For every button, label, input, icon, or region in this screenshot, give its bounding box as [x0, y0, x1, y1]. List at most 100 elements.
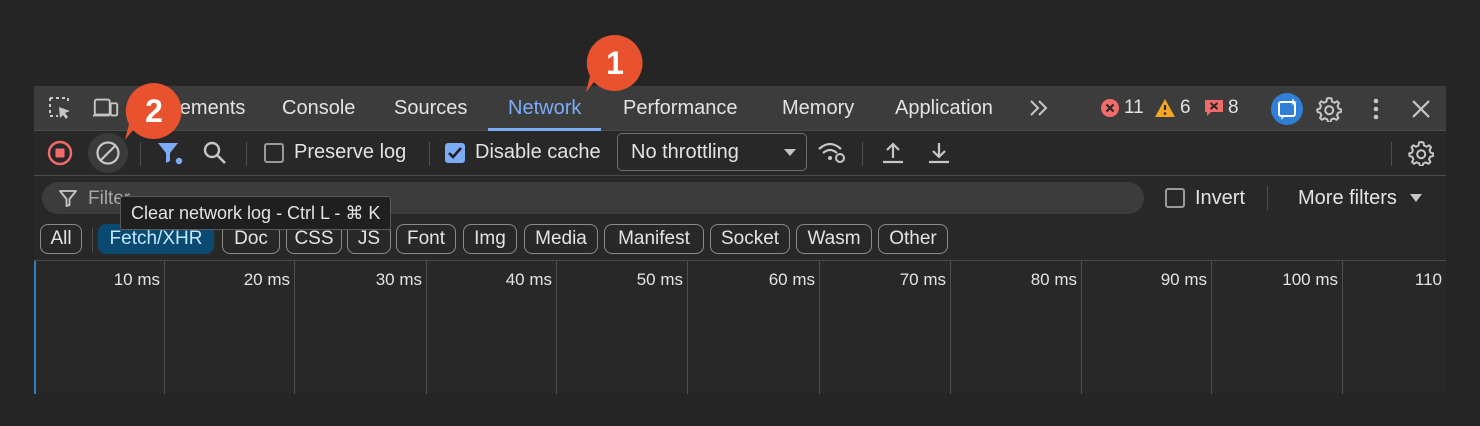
annotation-badge-1: 1 — [584, 32, 646, 94]
filter-funnel-icon — [59, 190, 77, 207]
disable-cache-label[interactable]: Disable cache — [475, 141, 601, 164]
chip-label: Img — [474, 228, 506, 249]
chip-label: Fetch/XHR — [109, 228, 203, 249]
chip-divider — [92, 228, 93, 252]
filter-chip-all[interactable]: All — [40, 224, 82, 254]
chip-label: Manifest — [618, 228, 690, 249]
tab-application[interactable]: Application — [891, 86, 997, 130]
invert-label[interactable]: Invert — [1195, 187, 1245, 210]
network-settings-button[interactable] — [1405, 138, 1437, 168]
timeline-gridline — [1342, 261, 1343, 394]
filter-chip-manifest[interactable]: Manifest — [604, 224, 704, 254]
devtools-tab-bar: Elements Console Sources Network Perform… — [34, 86, 1446, 131]
filter-chip-other[interactable]: Other — [878, 224, 948, 254]
preserve-log-checkbox[interactable] — [264, 143, 284, 163]
chip-label: Font — [406, 228, 446, 249]
chip-label: Other — [889, 228, 937, 249]
network-conditions-button[interactable] — [816, 138, 848, 168]
timeline-tick-label: 110 — [1414, 270, 1442, 289]
timeline-gridline — [426, 261, 427, 394]
record-stop-icon — [47, 140, 73, 166]
dropdown-caret-icon — [784, 149, 796, 156]
device-toolbar-icon[interactable] — [92, 94, 120, 122]
more-tabs-button[interactable] — [1024, 86, 1054, 130]
preserve-log-label[interactable]: Preserve log — [294, 141, 406, 164]
inspect-element-icon[interactable] — [46, 94, 74, 122]
timeline-start-marker — [34, 261, 36, 394]
ai-assistance-icon — [1271, 93, 1303, 125]
close-devtools-button[interactable] — [1406, 94, 1436, 124]
filter-chip-wasm[interactable]: Wasm — [796, 224, 872, 254]
throttling-select[interactable]: No throttling — [617, 133, 807, 171]
chip-label: CSS — [294, 228, 334, 249]
tab-console[interactable]: Console — [278, 86, 359, 130]
annotation-number: 1 — [606, 44, 624, 81]
tab-label: Sources — [394, 96, 468, 119]
chip-label: Media — [535, 228, 587, 249]
filter-toggle-button[interactable] — [154, 138, 186, 168]
gear-icon — [1408, 141, 1434, 166]
settings-button[interactable] — [1314, 94, 1344, 124]
double-chevron-right-icon — [1030, 100, 1048, 116]
upload-icon — [883, 142, 903, 164]
timeline-tick-label: 70 ms — [899, 270, 946, 289]
timeline-tick-label: 20 ms — [243, 270, 290, 289]
message-counter[interactable]: 8 — [1204, 96, 1239, 120]
filter-chip-socket[interactable]: Socket — [710, 224, 790, 254]
timeline-gridline — [556, 261, 557, 394]
network-toolbar: Preserve log Disable cache No throttling — [34, 131, 1446, 176]
warning-counter[interactable]: 6 — [1154, 96, 1191, 120]
tab-network[interactable]: Network — [488, 86, 602, 131]
disable-cache-checkbox[interactable] — [445, 143, 465, 163]
toolbar-divider — [862, 142, 863, 166]
timeline-gridline — [1081, 261, 1082, 394]
warning-count: 6 — [1180, 97, 1191, 118]
more-filters-label: More filters — [1298, 186, 1397, 209]
toolbar-divider — [140, 142, 141, 166]
ai-assistance-button[interactable] — [1270, 92, 1304, 126]
toolbar-divider — [1391, 142, 1392, 166]
timeline-tick-label: 40 ms — [505, 270, 552, 289]
timeline-gridline — [1211, 261, 1212, 394]
import-har-button[interactable] — [877, 138, 909, 168]
error-icon — [1101, 99, 1119, 117]
toolbar-divider — [246, 142, 247, 166]
timeline-tick-label: 30 ms — [375, 270, 422, 289]
tab-memory[interactable]: Memory — [778, 86, 858, 130]
timeline-tick-label: 100 ms — [1282, 270, 1338, 289]
timeline-gridline — [294, 261, 295, 394]
annotation-badge-2: 2 — [123, 80, 185, 142]
error-counter[interactable]: 11 — [1100, 96, 1144, 120]
search-icon — [203, 141, 226, 164]
filter-chip-img[interactable]: Img — [463, 224, 517, 254]
gear-icon — [1316, 97, 1342, 122]
network-overview-timeline[interactable]: 10 ms 20 ms 30 ms 40 ms 50 ms 60 ms 70 m… — [34, 260, 1446, 394]
more-filters-dropdown[interactable]: More filters — [1298, 186, 1423, 210]
warning-icon — [1155, 99, 1175, 117]
tab-label: Memory — [782, 96, 855, 119]
clear-network-log-button[interactable] — [88, 133, 128, 173]
tab-sources[interactable]: Sources — [390, 86, 471, 130]
more-options-button[interactable] — [1361, 94, 1391, 124]
tab-label: Network — [508, 96, 582, 119]
chip-label: JS — [357, 228, 381, 249]
close-icon — [1412, 100, 1430, 118]
tab-label: Application — [895, 96, 993, 119]
invert-checkbox[interactable] — [1165, 188, 1185, 208]
timeline-gridline — [164, 261, 165, 394]
devtools-panel: Elements Console Sources Network Perform… — [34, 86, 1446, 394]
chip-label: All — [50, 228, 72, 249]
toolbar-divider — [1267, 186, 1268, 210]
timeline-tick-label: 80 ms — [1030, 270, 1077, 289]
filter-chip-font[interactable]: Font — [396, 224, 456, 254]
chip-label: Socket — [720, 228, 780, 249]
chip-label: Wasm — [807, 228, 861, 249]
toolbar-divider — [429, 142, 430, 166]
timeline-gridline — [950, 261, 951, 394]
vertical-dots-icon — [1373, 98, 1379, 120]
timeline-tick-label: 60 ms — [768, 270, 815, 289]
filter-chip-media[interactable]: Media — [524, 224, 598, 254]
search-button[interactable] — [199, 138, 231, 168]
stop-recording-button[interactable] — [44, 138, 76, 168]
export-har-button[interactable] — [923, 138, 955, 168]
